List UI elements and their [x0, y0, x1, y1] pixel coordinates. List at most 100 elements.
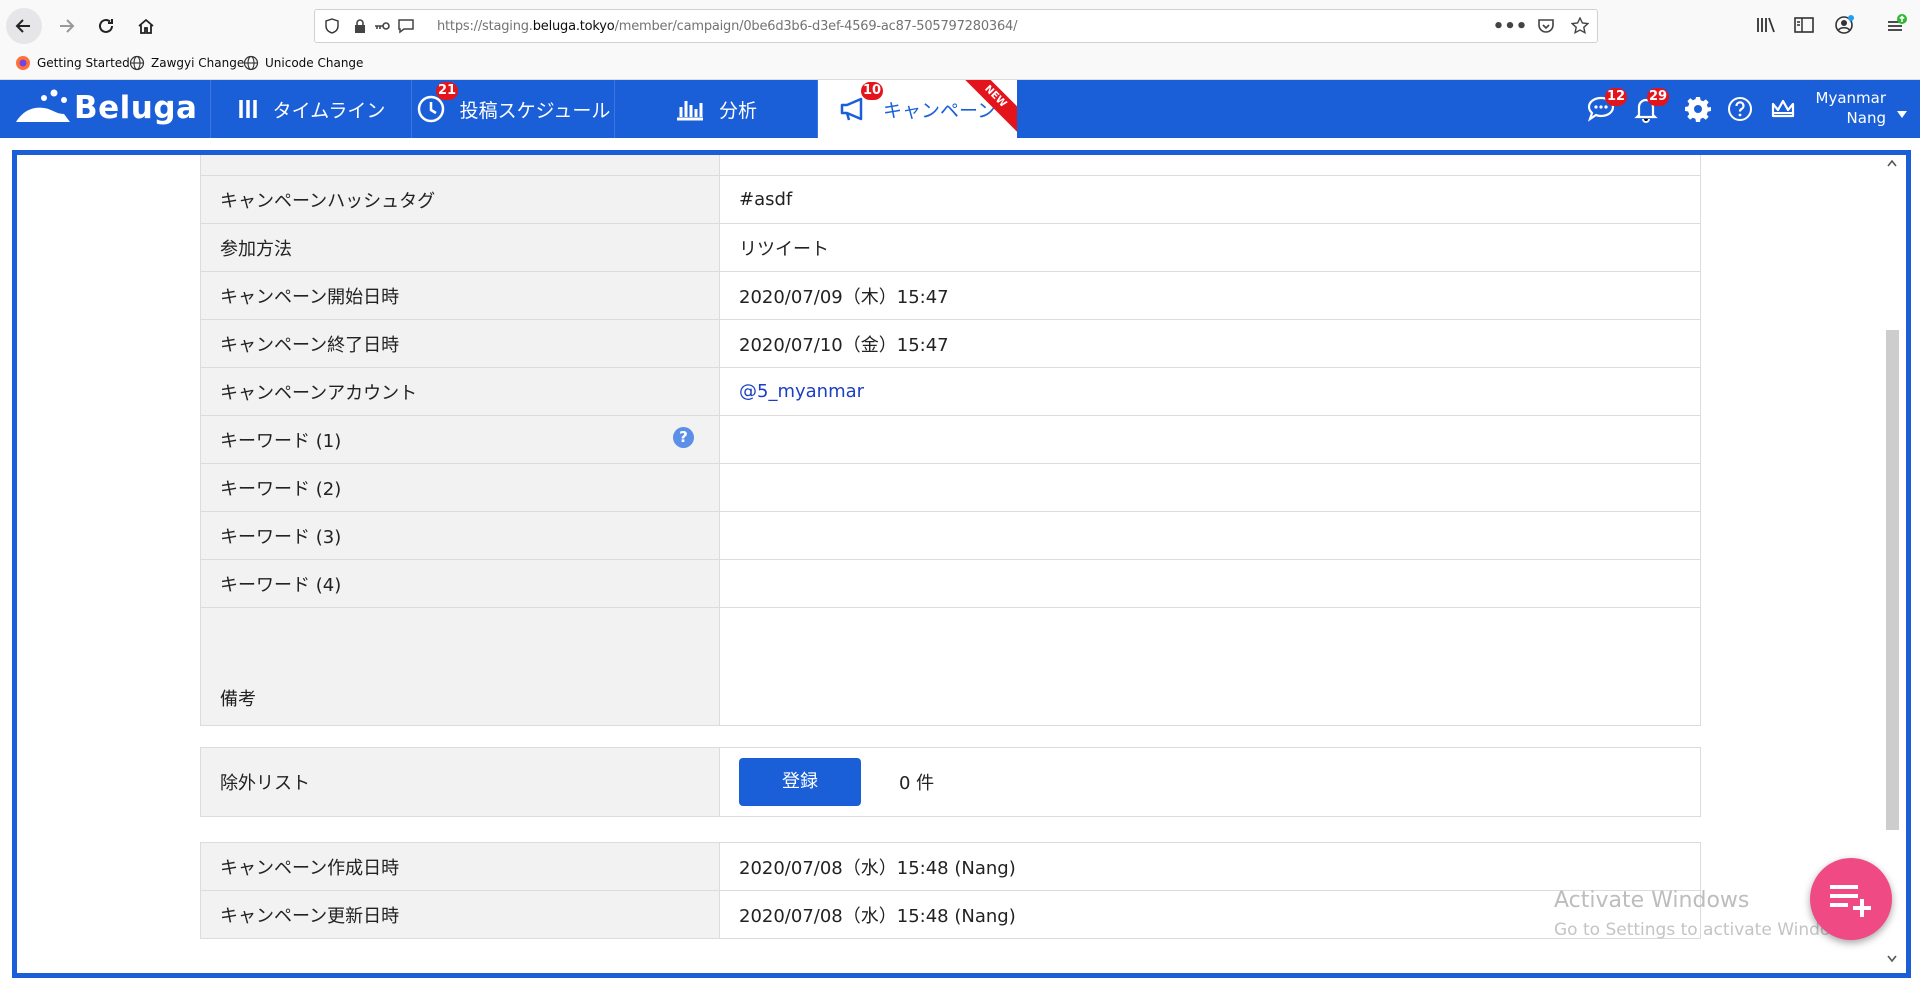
user-menu[interactable]: Myanmar Nang: [1806, 88, 1887, 128]
tab-label: 分析: [718, 99, 757, 122]
scroll-down-arrow-icon[interactable]: [1887, 955, 1897, 963]
register-button[interactable]: 登録: [739, 758, 861, 806]
megaphone-icon: [839, 96, 869, 122]
firefox-icon: [15, 55, 31, 71]
settings-button[interactable]: [1683, 94, 1713, 124]
menu-icon[interactable]: [1884, 13, 1908, 37]
table-row: キャンペーンアカウント @5_myanmar: [200, 367, 1701, 416]
forward-arrow-icon: [60, 19, 75, 33]
tab-timeline[interactable]: タイムライン: [210, 80, 411, 138]
key-icon[interactable]: [373, 17, 391, 35]
table-row: 除外リスト 登録 0 件: [200, 747, 1701, 817]
table-row: キーワード (3): [200, 511, 1701, 560]
forward-button[interactable]: [48, 8, 84, 44]
tab-analytics[interactable]: 分析: [614, 80, 817, 138]
tracking-shield-icon[interactable]: [323, 17, 341, 35]
keyword-1-label: キーワード (1): [220, 430, 342, 452]
caret-down-icon[interactable]: [1896, 104, 1908, 123]
row-label: キャンペーン終了日時: [200, 319, 720, 368]
library-icon[interactable]: [1754, 13, 1778, 37]
row-value: #asdf: [719, 175, 1701, 224]
notifications-button[interactable]: 29: [1631, 88, 1670, 124]
activate-windows-subtitle: Go to Settings to activate Windows.: [1554, 920, 1859, 940]
table-row: キャンペーン更新日時 2020/07/08（水）15:48 (Nang): [200, 890, 1701, 939]
lock-icon[interactable]: [351, 17, 369, 35]
beluga-whale-icon: [16, 89, 70, 122]
exclusion-list-table: 除外リスト 登録 0 件: [200, 747, 1701, 817]
crown-icon: [1771, 99, 1795, 118]
browser-toolbar: https://staging.beluga.tokyo/member/camp…: [0, 0, 1920, 50]
table-row: 参加方法 リツイート: [200, 223, 1701, 272]
row-label: キャンペーン作成日時: [200, 842, 720, 891]
tab-post-schedule[interactable]: 投稿スケジュール 21: [411, 80, 614, 138]
tab-label: タイムライン: [272, 99, 386, 122]
more-actions-icon[interactable]: •••: [1493, 16, 1528, 37]
row-label: キーワード (2): [200, 463, 720, 512]
globe-icon: [129, 55, 145, 71]
chat-icon[interactable]: [397, 17, 415, 35]
row-value: @5_myanmar: [719, 367, 1701, 416]
back-button[interactable]: [6, 8, 42, 44]
row-label: キャンペーンアカウント: [200, 367, 720, 416]
url-path: /member/campaign/0be6d3b6-d3ef-4569-ac87…: [614, 19, 1018, 34]
reload-button[interactable]: [88, 8, 124, 44]
url-text[interactable]: https://staging.beluga.tokyo/member/camp…: [437, 19, 1017, 34]
row-value: [719, 607, 1701, 726]
columns-icon: [237, 98, 259, 120]
table-row: キャンペーン作成日時 2020/07/08（水）15:48 (Nang): [200, 842, 1701, 891]
url-domain: beluga.tokyo: [532, 19, 615, 34]
bookmark-unicode-change[interactable]: Unicode Change: [243, 55, 363, 71]
globe-icon: [243, 55, 259, 71]
schedule-count-badge: 21: [436, 82, 459, 100]
table-row: キャンペーンハッシュタグ #asdf: [200, 175, 1701, 224]
tab-label: 投稿スケジュール: [459, 99, 611, 122]
row-label: 備考: [200, 607, 720, 726]
home-icon: [138, 18, 154, 34]
bookmark-label: Unicode Change: [265, 56, 364, 70]
row-label: 参加方法: [200, 223, 720, 272]
messages-button[interactable]: 12: [1586, 88, 1628, 124]
table-row: [200, 155, 1701, 176]
scroll-thumb[interactable]: [1886, 330, 1899, 830]
row-label: キーワード (1)?: [200, 415, 720, 464]
row-value: 2020/07/10（金）15:47: [719, 319, 1701, 368]
content-frame: キャンペーンハッシュタグ #asdf 参加方法 リツイート キャンペーン開始日時…: [12, 150, 1911, 978]
pocket-icon[interactable]: [1537, 17, 1555, 35]
bookmark-star-icon[interactable]: [1571, 17, 1589, 35]
add-post-fab[interactable]: [1810, 858, 1892, 940]
help-button[interactable]: [1725, 94, 1755, 124]
url-bar[interactable]: https://staging.beluga.tokyo/member/camp…: [314, 9, 1598, 43]
bookmark-label: Zawgyi Change: [151, 56, 245, 70]
bookmark-getting-started[interactable]: Getting Started: [15, 55, 130, 71]
account-icon[interactable]: [1832, 13, 1856, 37]
sidebar-icon[interactable]: [1792, 13, 1816, 37]
app-navbar: Beluga タイムライン 投稿スケジュール 21 分析 キャンペーン 10 N…: [0, 80, 1920, 138]
user-last-name: Nang: [1846, 109, 1886, 127]
premium-button[interactable]: [1768, 94, 1798, 124]
reload-icon: [99, 18, 113, 33]
home-button[interactable]: [128, 8, 164, 44]
row-value: [719, 463, 1701, 512]
bookmark-label: Getting Started: [37, 56, 130, 70]
help-icon[interactable]: ?: [673, 426, 694, 448]
scroll-up-arrow-icon[interactable]: [1887, 159, 1897, 167]
url-prefix: https://staging.: [437, 19, 533, 34]
row-label: キーワード (4): [200, 559, 720, 608]
timestamps-table: キャンペーン作成日時 2020/07/08（水）15:48 (Nang) キャン…: [200, 842, 1701, 939]
beluga-logo[interactable]: Beluga: [14, 88, 197, 128]
row-value: [719, 559, 1701, 608]
tab-campaign[interactable]: キャンペーン 10 NEW: [817, 80, 1017, 138]
row-value: リツイート: [719, 223, 1701, 272]
row-value: [719, 415, 1701, 464]
row-label: キーワード (3): [200, 511, 720, 560]
row-value: 2020/07/08（水）15:48 (Nang): [719, 842, 1701, 891]
user-first-name: Myanmar: [1815, 89, 1887, 107]
bookmark-zawgyi-change[interactable]: Zawgyi Change: [129, 55, 244, 71]
vertical-scrollbar[interactable]: [1884, 155, 1900, 973]
activate-windows-title: Activate Windows: [1554, 888, 1750, 913]
exclusion-count: 0 件: [899, 773, 935, 794]
tab-label: キャンペーン: [882, 99, 997, 122]
exclusion-label: 除外リスト: [200, 747, 720, 817]
question-circle-icon: [1728, 97, 1752, 121]
campaign-account-link[interactable]: @5_myanmar: [739, 381, 864, 402]
